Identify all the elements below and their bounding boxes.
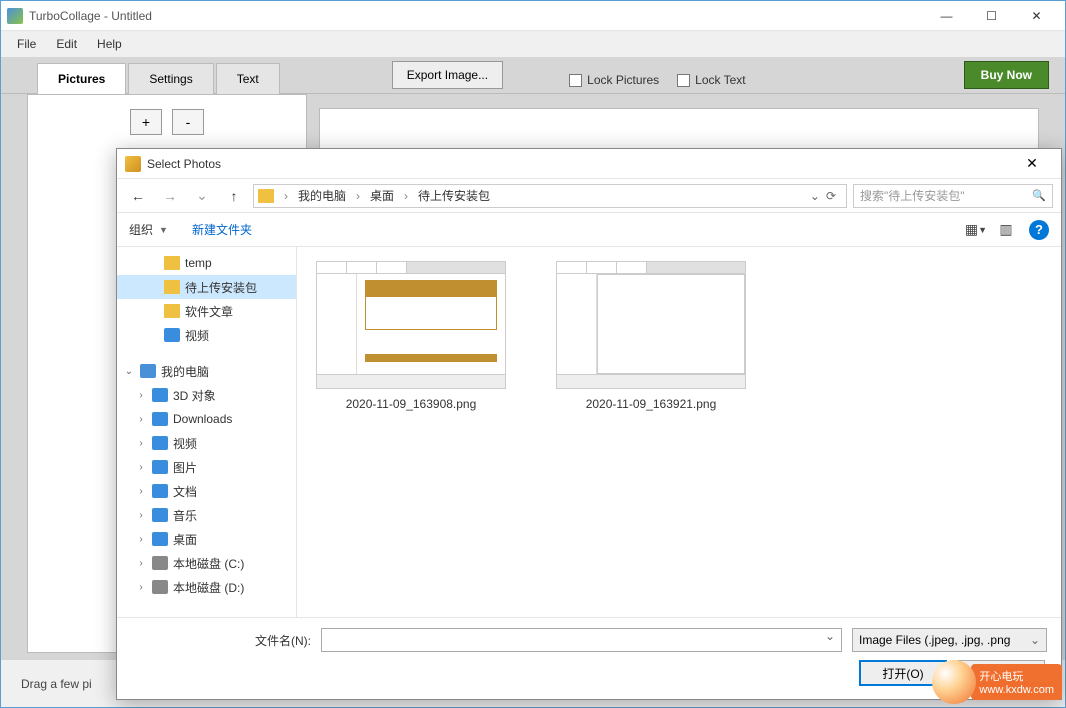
maximize-button[interactable]: ☐	[969, 1, 1014, 30]
tree-item-mypc[interactable]: ⌄我的电脑	[117, 359, 296, 383]
buy-now-button[interactable]: Buy Now	[964, 61, 1049, 89]
checkbox-icon	[569, 74, 582, 87]
status-hint: Drag a few pi	[21, 677, 92, 691]
disk-icon	[152, 580, 168, 594]
breadcrumb[interactable]: › 我的电脑 › 桌面 › 待上传安装包 ⌄ ⟳	[253, 184, 847, 208]
organize-menu[interactable]: 组织	[129, 221, 153, 238]
dialog-title: Select Photos	[147, 157, 1011, 171]
dialog-titlebar: Select Photos ✕	[117, 149, 1061, 179]
music-icon	[152, 508, 168, 522]
add-picture-button[interactable]: +	[130, 109, 162, 135]
breadcrumb-item[interactable]: 我的电脑	[294, 185, 350, 206]
breadcrumb-item[interactable]: 待上传安装包	[414, 185, 494, 206]
close-button[interactable]: ✕	[1014, 1, 1059, 30]
nav-up-button[interactable]: ↑	[221, 184, 247, 208]
refresh-icon[interactable]: ⟳	[826, 189, 836, 203]
pc-icon	[140, 364, 156, 378]
toolbar: Pictures Settings Text Export Image... L…	[1, 58, 1065, 94]
chevron-right-icon: ›	[400, 189, 412, 203]
chevron-right-icon: ›	[352, 189, 364, 203]
nav-forward-button[interactable]: →	[157, 184, 183, 208]
search-input[interactable]: 搜索"待上传安装包"	[853, 184, 1053, 208]
file-item[interactable]: 2020-11-09_163921.png	[551, 261, 751, 411]
dialog-icon	[125, 156, 141, 172]
tab-settings[interactable]: Settings	[128, 63, 213, 94]
file-type-filter[interactable]: Image Files (.jpeg, .jpg, .png	[852, 628, 1047, 652]
tab-pictures[interactable]: Pictures	[37, 63, 126, 94]
chevron-down-icon[interactable]: ⌄	[810, 189, 820, 203]
filename-input[interactable]	[321, 628, 842, 652]
tree-item-pictures[interactable]: ›图片	[117, 455, 296, 479]
lock-pictures-checkbox[interactable]: Lock Pictures	[569, 73, 659, 87]
picture-icon	[152, 460, 168, 474]
chevron-right-icon: ›	[280, 189, 292, 203]
tree-item-docs[interactable]: ›文档	[117, 479, 296, 503]
document-icon	[152, 484, 168, 498]
nav-back-button[interactable]: ←	[125, 184, 151, 208]
disk-icon	[152, 556, 168, 570]
folder-icon	[164, 280, 180, 294]
menu-edit[interactable]: Edit	[46, 33, 87, 55]
breadcrumb-item[interactable]: 桌面	[366, 185, 398, 206]
preview-pane-button[interactable]: ▥	[991, 219, 1021, 241]
open-button[interactable]: 打开(O)	[859, 660, 947, 686]
titlebar: TurboCollage - Untitled — ☐ ✕	[1, 1, 1065, 31]
file-item[interactable]: 2020-11-09_163908.png	[311, 261, 511, 411]
minimize-button[interactable]: —	[924, 1, 969, 30]
new-folder-button[interactable]: 新建文件夹	[192, 221, 252, 238]
help-icon[interactable]: ?	[1029, 220, 1049, 240]
tree-item-downloads[interactable]: ›Downloads	[117, 407, 296, 431]
lock-text-checkbox[interactable]: Lock Text	[677, 73, 745, 87]
filename-label: 文件名(N):	[131, 632, 311, 649]
window-controls: — ☐ ✕	[924, 1, 1059, 30]
tree-item-diskd[interactable]: ›本地磁盘 (D:)	[117, 575, 296, 599]
view-options-button[interactable]: ▦ ▼	[961, 219, 991, 241]
folder-tree[interactable]: ›temp ›待上传安装包 ›软件文章 ›视频 ⌄我的电脑 ›3D 对象 ›Do…	[117, 247, 297, 617]
select-photos-dialog: Select Photos ✕ ← → ⌄ ↑ › 我的电脑 › 桌面 › 待上…	[116, 148, 1062, 700]
dialog-footer: 文件名(N): Image Files (.jpeg, .jpg, .png 打…	[117, 617, 1061, 699]
remove-picture-button[interactable]: -	[172, 109, 204, 135]
tree-item-diskc[interactable]: ›本地磁盘 (C:)	[117, 551, 296, 575]
folder-icon	[258, 189, 274, 203]
nav-recent-dropdown[interactable]: ⌄	[189, 184, 215, 208]
file-thumbnail	[316, 261, 506, 389]
tree-item-software[interactable]: ›软件文章	[117, 299, 296, 323]
dialog-navbar: ← → ⌄ ↑ › 我的电脑 › 桌面 › 待上传安装包 ⌄ ⟳ 搜索"待上传安装…	[117, 179, 1061, 213]
export-image-button[interactable]: Export Image...	[392, 61, 503, 89]
desktop-icon	[152, 532, 168, 546]
tree-item-upload[interactable]: ›待上传安装包	[117, 275, 296, 299]
dialog-body: ›temp ›待上传安装包 ›软件文章 ›视频 ⌄我的电脑 ›3D 对象 ›Do…	[117, 247, 1061, 617]
file-name: 2020-11-09_163921.png	[586, 397, 717, 411]
app-icon	[7, 8, 23, 24]
tree-item-music[interactable]: ›音乐	[117, 503, 296, 527]
file-list[interactable]: 2020-11-09_163908.png 2020-11-09_163921.…	[297, 247, 1061, 617]
file-thumbnail	[556, 261, 746, 389]
menubar: File Edit Help	[1, 31, 1065, 58]
dialog-toolbar: 组织 ▼ 新建文件夹 ▦ ▼ ▥ ?	[117, 213, 1061, 247]
tab-text[interactable]: Text	[216, 63, 280, 94]
file-name: 2020-11-09_163908.png	[346, 397, 477, 411]
tree-item-temp[interactable]: ›temp	[117, 251, 296, 275]
checkbox-icon	[677, 74, 690, 87]
dialog-close-button[interactable]: ✕	[1011, 150, 1053, 178]
chevron-down-icon: ▼	[159, 225, 168, 235]
window-title: TurboCollage - Untitled	[29, 9, 924, 23]
download-icon	[152, 412, 168, 426]
menu-file[interactable]: File	[7, 33, 46, 55]
tree-item-3d[interactable]: ›3D 对象	[117, 383, 296, 407]
folder-icon	[164, 256, 180, 270]
tree-item-desktop[interactable]: ›桌面	[117, 527, 296, 551]
folder-icon	[164, 304, 180, 318]
menu-help[interactable]: Help	[87, 33, 132, 55]
cancel-button[interactable]: 取消	[957, 660, 1045, 686]
video-icon	[152, 436, 168, 450]
tree-item-video2[interactable]: ›视频	[117, 431, 296, 455]
tree-item-video1[interactable]: ›视频	[117, 323, 296, 347]
cube-icon	[152, 388, 168, 402]
video-icon	[164, 328, 180, 342]
